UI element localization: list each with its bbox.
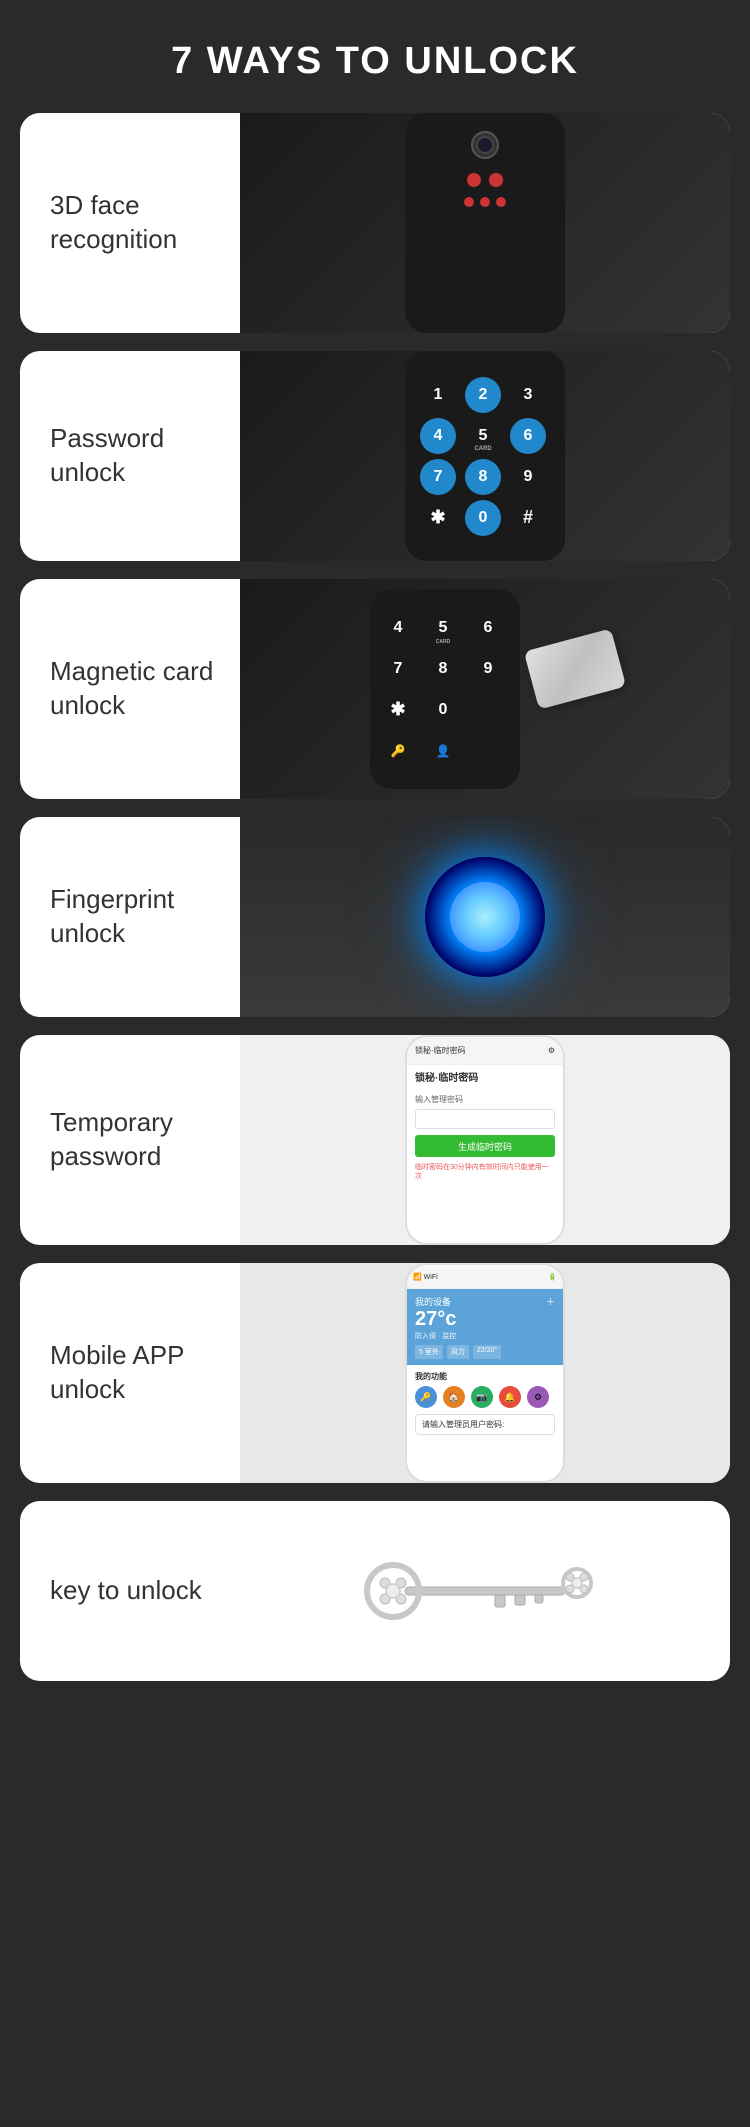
- app-phone-header: 我的设备 ＋ 27°c 防入侵 · 监控 5 室外 风力 22/20°: [407, 1289, 563, 1365]
- app-icons-row: 🔑 🏠 📷 🔔 ⚙: [415, 1386, 555, 1408]
- key-star: ✱: [420, 500, 456, 536]
- card-label-magnetic: Magnetic cardunlock: [20, 635, 240, 743]
- card-face-recognition: 3D face recognition: [20, 113, 730, 333]
- fingerprint-glow: [425, 857, 545, 977]
- card-temp-password: Temporarypassword 锁秘·临时密码 ⚙ 锁秘·临时密码 输入管理…: [20, 1035, 730, 1245]
- key-9: 9: [510, 459, 546, 495]
- app-icon-2: 🏠: [443, 1386, 465, 1408]
- temp-phone-bar: 锁秘·临时密码 ⚙: [407, 1037, 563, 1065]
- magnetic-visual: 4 5 CARD 6 7 8 9 ✱ 0 🔑 👤: [370, 599, 610, 779]
- magnetic-card: [524, 628, 626, 709]
- keypad-grid: 1 2 3 4 5 CARD 6 7 8 9 ✱ 0 #: [420, 377, 550, 536]
- key2-8: 8: [425, 651, 461, 687]
- card-fingerprint-unlock: Fingerprintunlock: [20, 817, 730, 1017]
- key-7: 7: [420, 459, 456, 495]
- app-stats: 5 室外 风力 22/20°: [415, 1345, 555, 1359]
- key-6: 6: [510, 418, 546, 454]
- app-icon-3: 📷: [471, 1386, 493, 1408]
- face-dots: [467, 173, 503, 187]
- card-visual-temp: 锁秘·临时密码 ⚙ 锁秘·临时密码 输入管理密码 生成临时密码 临时密码在30分…: [240, 1035, 730, 1245]
- app-password-box: 请输入管理员用户密码:: [415, 1414, 555, 1435]
- key-4: 4: [420, 418, 456, 454]
- key-3: 3: [510, 377, 546, 413]
- face-dot2-3: [496, 197, 506, 207]
- card-label-app: Mobile APPunlock: [20, 1319, 240, 1427]
- temp-note: 临时密码在30分钟内有效时间内只能使用一次: [415, 1163, 555, 1181]
- temp-generate-btn: 生成临时密码: [415, 1135, 555, 1157]
- keypad-phone: 1 2 3 4 5 CARD 6 7 8 9 ✱ 0 #: [405, 351, 565, 561]
- key2-star: ✱: [380, 692, 416, 728]
- app-phone-bar: 📶 WiFi 🔋: [407, 1265, 563, 1289]
- key2-7: 7: [380, 651, 416, 687]
- card-mobile-app: Mobile APPunlock 📶 WiFi 🔋 我的设备 ＋ 27°c 防入…: [20, 1263, 730, 1483]
- key-2: 2: [465, 377, 501, 413]
- app-header-plus: ＋: [546, 1295, 555, 1308]
- app-status: 防入侵 · 监控: [415, 1331, 555, 1341]
- card-label-temp: Temporarypassword: [20, 1086, 240, 1194]
- face-dot2-2: [480, 197, 490, 207]
- card-visual-fingerprint: [240, 817, 730, 1017]
- temp-bar-icons: ⚙: [548, 1046, 555, 1055]
- key-0: 0: [465, 500, 501, 536]
- fingerprint-inner: [450, 882, 520, 952]
- card-magnetic-unlock: Magnetic cardunlock 4 5 CARD 6 7 8 9 ✱ 0: [20, 579, 730, 799]
- key2-5: 5 CARD: [425, 610, 461, 646]
- temp-input-box: [415, 1109, 555, 1129]
- face-phone: [405, 113, 565, 333]
- card-password-unlock: Passwordunlock 1 2 3 4 5 CARD 6 7 8 9: [20, 351, 730, 561]
- app-body: 我的功能 🔑 🏠 📷 🔔 ⚙ 请输入管理员用户密码:: [407, 1365, 563, 1481]
- key-1: 1: [420, 377, 456, 413]
- key2-empty2: [470, 733, 506, 769]
- temp-phone-content: 输入管理密码 生成临时密码 临时密码在30分钟内有效时间内只能使用一次: [407, 1088, 563, 1243]
- key2-6: 6: [470, 610, 506, 646]
- face-dot-2: [489, 173, 503, 187]
- app-icon-1: 🔑: [415, 1386, 437, 1408]
- card-label-password: Passwordunlock: [20, 402, 240, 510]
- temp-input-label: 输入管理密码: [415, 1094, 555, 1105]
- key-svg: [345, 1551, 625, 1631]
- face-dots-2: [464, 197, 506, 207]
- key-8: 8: [465, 459, 501, 495]
- keypad-phone2: 4 5 CARD 6 7 8 9 ✱ 0 🔑 👤: [370, 589, 520, 789]
- card-label-face: 3D face recognition: [20, 169, 240, 277]
- temp-phone-title: 锁秘·临时密码: [407, 1065, 563, 1088]
- card-visual-app: 📶 WiFi 🔋 我的设备 ＋ 27°c 防入侵 · 监控 5 室外 风力 22…: [240, 1263, 730, 1483]
- face-dot2-1: [464, 197, 474, 207]
- app-section-title: 我的功能: [415, 1371, 555, 1382]
- card-label-key: key to unlock: [20, 1554, 240, 1628]
- app-icon-4: 🔔: [499, 1386, 521, 1408]
- app-icon-5: ⚙: [527, 1386, 549, 1408]
- key-hash: #: [510, 500, 546, 536]
- card-visual-password: 1 2 3 4 5 CARD 6 7 8 9 ✱ 0 #: [240, 351, 730, 561]
- face-dot-1: [467, 173, 481, 187]
- key2-0: 0: [425, 692, 461, 728]
- card-visual-face: [240, 113, 730, 333]
- temp-bar-title: 锁秘·临时密码: [415, 1045, 466, 1056]
- key2-icon1: 🔑: [380, 733, 416, 769]
- keypad-grid2: 4 5 CARD 6 7 8 9 ✱ 0 🔑 👤: [380, 610, 510, 769]
- page-title: 7 WAYS TO UNLOCK: [171, 40, 579, 83]
- camera-icon: [471, 131, 499, 159]
- card-key-unlock: key to unlock: [20, 1501, 730, 1681]
- card-visual-magnetic: 4 5 CARD 6 7 8 9 ✱ 0 🔑 👤: [240, 579, 730, 799]
- key-5: 5 CARD: [465, 418, 501, 454]
- card-visual-key: [240, 1501, 730, 1681]
- app-header-title: 我的设备: [415, 1295, 451, 1308]
- key2-icon2: 👤: [425, 733, 461, 769]
- key2-4: 4: [380, 610, 416, 646]
- key2-empty: [470, 692, 506, 728]
- card-label-fingerprint: Fingerprintunlock: [20, 863, 240, 971]
- app-temperature: 27°c: [415, 1308, 555, 1331]
- temp-phone: 锁秘·临时密码 ⚙ 锁秘·临时密码 输入管理密码 生成临时密码 临时密码在30分…: [405, 1035, 565, 1245]
- app-phone: 📶 WiFi 🔋 我的设备 ＋ 27°c 防入侵 · 监控 5 室外 风力 22…: [405, 1263, 565, 1483]
- key2-9: 9: [470, 651, 506, 687]
